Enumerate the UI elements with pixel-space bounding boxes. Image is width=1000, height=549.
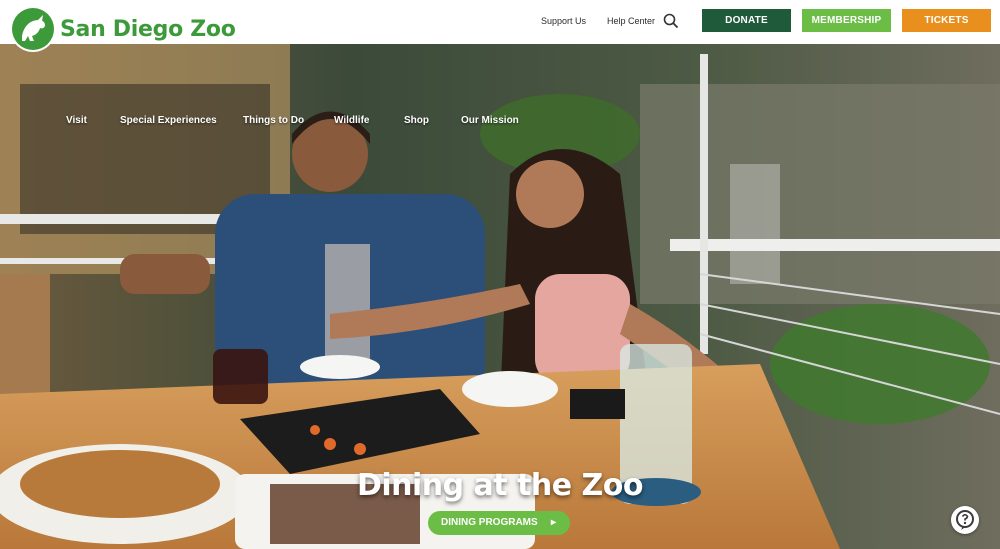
site-header: San Diego Zoo Support Us Help Center DON… bbox=[0, 0, 1000, 50]
nav-shop[interactable]: Shop bbox=[404, 115, 429, 126]
dining-programs-label: DINING PROGRAMS bbox=[441, 517, 538, 528]
logo[interactable]: San Diego Zoo bbox=[12, 8, 236, 50]
dining-programs-button[interactable]: DINING PROGRAMS ▸ bbox=[428, 511, 570, 535]
nav-visit[interactable]: Visit bbox=[66, 115, 87, 126]
zoo-logo-icon bbox=[12, 8, 54, 50]
hero-title: Dining at the Zoo bbox=[356, 468, 644, 503]
search-icon[interactable] bbox=[663, 13, 679, 29]
nav-special-experiences[interactable]: Special Experiences bbox=[120, 115, 217, 126]
membership-button[interactable]: MEMBERSHIP bbox=[802, 9, 891, 32]
nav-wildlife[interactable]: Wildlife bbox=[334, 115, 369, 126]
help-center-link[interactable]: Help Center bbox=[607, 16, 655, 26]
tickets-button[interactable]: TICKETS bbox=[902, 9, 991, 32]
nav-our-mission[interactable]: Our Mission bbox=[461, 115, 519, 126]
nav-things-to-do[interactable]: Things to Do bbox=[243, 115, 304, 126]
brand-name: San Diego Zoo bbox=[60, 16, 236, 42]
main-nav: Visit Special Experiences Things to Do W… bbox=[0, 115, 1000, 129]
support-us-link[interactable]: Support Us bbox=[541, 16, 586, 26]
chat-help-icon[interactable] bbox=[951, 506, 979, 534]
chevron-right-icon: ▸ bbox=[550, 517, 556, 528]
donate-button[interactable]: DONATE bbox=[702, 9, 791, 32]
